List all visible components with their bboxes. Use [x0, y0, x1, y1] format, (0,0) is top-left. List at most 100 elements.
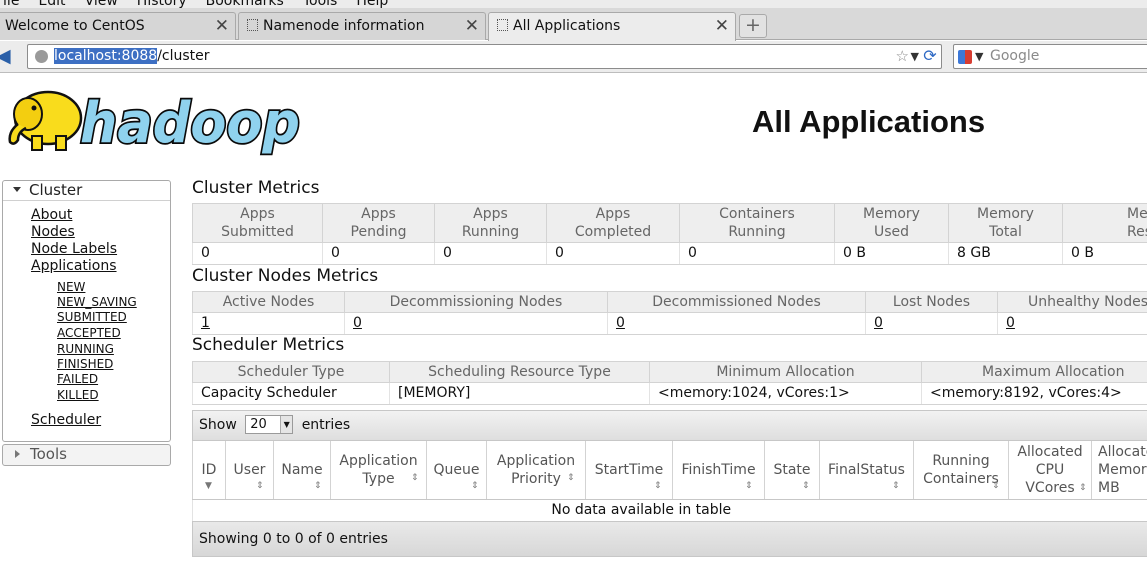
page-length-select[interactable]: 20 ▼ [245, 415, 294, 434]
entries-label: entries [301, 417, 351, 433]
sidebar-cluster-header[interactable]: Cluster [3, 181, 170, 201]
new-tab-button[interactable]: + [739, 14, 767, 38]
col-allocated-memory-mb[interactable]: AllocatedMemoryMB [1091, 441, 1147, 500]
col-memory-used[interactable]: Memory Used [834, 203, 949, 243]
col-containers-running[interactable]: Containers Running [679, 203, 835, 243]
sidebar-link-accepted[interactable]: ACCEPTED [57, 326, 121, 340]
sidebar-link-about[interactable]: About [31, 207, 72, 223]
col-state[interactable]: State ⇕ [764, 441, 820, 500]
col-id[interactable]: ID ▼ [192, 441, 226, 500]
sidebar-tools-panel[interactable]: Tools [2, 444, 171, 466]
link-active-nodes[interactable]: 1 [192, 312, 345, 335]
col-user[interactable]: User ⇕ [225, 441, 274, 500]
menu-help[interactable]: Help [356, 0, 388, 8]
sort-icon: ⇕ [992, 480, 1000, 491]
hadoop-logo[interactable]: hadoop [4, 84, 304, 158]
sidebar-cluster-label: Cluster [29, 181, 83, 199]
menu-tools[interactable]: Tools [303, 0, 338, 8]
table-row: Capacity Scheduler [MEMORY] <memory:1024… [192, 382, 1147, 405]
col-apps-submitted[interactable]: Apps Submitted [192, 203, 323, 243]
col-decommissioned-nodes[interactable]: Decommissioned Nodes [607, 291, 866, 313]
close-icon[interactable]: ✕ [465, 13, 479, 39]
col-application-priority[interactable]: Application Priority ⇕ [486, 441, 586, 500]
col-finish-time[interactable]: FinishTime ⇕ [672, 441, 765, 500]
menu-bookmarks[interactable]: Bookmarks [206, 0, 284, 8]
sidebar-link-submitted[interactable]: SUBMITTED [57, 310, 127, 324]
node-metrics-table: Active Nodes Decommissioning Nodes Decom… [192, 291, 1147, 335]
col-final-status[interactable]: FinalStatus ⇕ [819, 441, 914, 500]
sort-icon: ⇕ [567, 472, 575, 483]
link-lost-nodes[interactable]: 0 [865, 312, 998, 335]
sidebar-link-failed[interactable]: FAILED [57, 372, 98, 386]
col-apps-pending[interactable]: Apps Pending [322, 203, 435, 243]
col-scheduling-resource-type[interactable]: Scheduling Resource Type [389, 361, 650, 383]
sidebar-link-new[interactable]: NEW [57, 280, 85, 294]
col-maximum-allocation[interactable]: Maximum Allocation [921, 361, 1147, 383]
tab-title: Welcome to CentOS [5, 18, 145, 34]
col-application-type[interactable]: Application Type ⇕ [330, 441, 427, 500]
menu-file[interactable]: File [0, 0, 19, 8]
col-memory-total[interactable]: Memory Total [948, 203, 1063, 243]
tab-title: Namenode information [263, 18, 425, 34]
menu-bar: File Edit View History Bookmarks Tools Help [0, 0, 1147, 8]
col-unhealthy-nodes[interactable]: Unhealthy Nodes [997, 291, 1147, 313]
triangle-right-icon [15, 450, 20, 458]
tab-bar: Welcome to CentOS ✕ Namenode information… [0, 8, 1147, 41]
tab-all-applications[interactable]: All Applications ✕ [488, 12, 736, 41]
sort-icon: ⇕ [802, 480, 810, 491]
url-bar[interactable]: localhost:8088/cluster ☆ ▼ ⟳ [27, 44, 942, 69]
col-running-containers[interactable]: Running Containers ⇕ [913, 441, 1009, 500]
elephant-icon [8, 90, 83, 151]
col-decommissioning-nodes[interactable]: Decommissioning Nodes [344, 291, 608, 313]
back-arrow-icon[interactable]: ◀ [0, 47, 14, 66]
cluster-metrics-title: Cluster Metrics [192, 178, 320, 198]
sidebar-link-scheduler[interactable]: Scheduler [31, 412, 101, 428]
col-apps-completed[interactable]: Apps Completed [546, 203, 680, 243]
sidebar-link-finished[interactable]: FINISHED [57, 357, 113, 371]
col-allocated-cpu-vcores[interactable]: Allocated CPU VCores ⇕ [1008, 441, 1092, 500]
apps-table-toolbar: Show 20 ▼ entries [192, 410, 1147, 441]
col-memory-reserved[interactable]: MemoryReserved [1062, 203, 1147, 243]
value-memory-used: 0 B [834, 242, 949, 265]
bookmark-star-icon[interactable]: ☆ [896, 45, 909, 68]
link-decommissioning-nodes[interactable]: 0 [344, 312, 608, 335]
sidebar-link-running[interactable]: RUNNING [57, 342, 114, 356]
col-start-time[interactable]: StartTime ⇕ [585, 441, 673, 500]
show-label: Show [199, 417, 237, 433]
sort-icon: ⇕ [1079, 482, 1087, 493]
sidebar-link-applications[interactable]: Applications [31, 258, 117, 274]
close-icon[interactable]: ✕ [715, 13, 729, 39]
menu-history[interactable]: History [137, 0, 187, 8]
chevron-down-icon[interactable]: ▼ [975, 45, 983, 68]
col-name[interactable]: Name ⇕ [273, 441, 331, 500]
col-apps-running[interactable]: Apps Running [434, 203, 547, 243]
tab-welcome-centos[interactable]: Welcome to CentOS ✕ [0, 12, 236, 40]
applications-table: ID ▼ User ⇕ Name ⇕ Application Type ⇕ Queue ⇕ … [192, 441, 1147, 521]
url-host: localhost:8088 [54, 48, 158, 64]
col-queue[interactable]: Queue ⇕ [426, 441, 487, 500]
sidebar-link-node-labels[interactable]: Node Labels [31, 241, 117, 257]
value-apps-pending: 0 [322, 242, 435, 265]
search-bar[interactable]: ▼ Google [953, 44, 1147, 69]
sort-desc-icon: ▼ [205, 480, 212, 491]
col-lost-nodes[interactable]: Lost Nodes [865, 291, 998, 313]
sidebar-link-new-saving[interactable]: NEW_SAVING [57, 295, 137, 309]
link-unhealthy-nodes[interactable]: 0 [997, 312, 1147, 335]
close-icon[interactable]: ✕ [215, 13, 229, 39]
triangle-down-icon [13, 187, 21, 192]
globe-icon [35, 50, 48, 63]
tab-namenode-information[interactable]: Namenode information ✕ [238, 12, 486, 40]
chevron-down-icon[interactable]: ▼ [911, 45, 919, 68]
link-decommissioned-nodes[interactable]: 0 [607, 312, 866, 335]
menu-edit[interactable]: Edit [38, 0, 65, 8]
menu-view[interactable]: View [85, 0, 118, 8]
col-minimum-allocation[interactable]: Minimum Allocation [649, 361, 922, 383]
sidebar-link-nodes[interactable]: Nodes [31, 224, 75, 240]
col-active-nodes[interactable]: Active Nodes [192, 291, 345, 313]
sidebar-link-killed[interactable]: KILLED [57, 388, 99, 402]
col-scheduler-type[interactable]: Scheduler Type [192, 361, 390, 383]
reload-icon[interactable]: ⟳ [921, 47, 939, 65]
sidebar-tools-header[interactable]: Tools [3, 445, 170, 465]
sort-icon: ⇕ [892, 480, 900, 491]
node-metrics-title: Cluster Nodes Metrics [192, 266, 379, 286]
